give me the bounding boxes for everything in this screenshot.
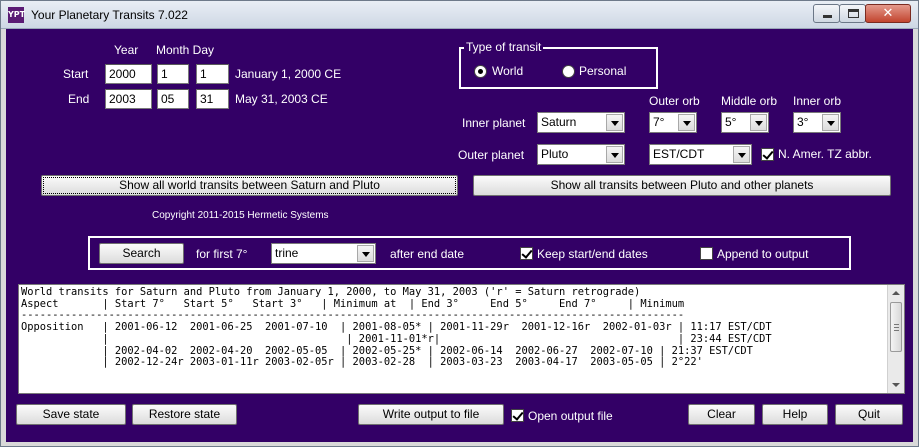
chevron-down-icon[interactable] <box>750 114 767 131</box>
grip-line <box>894 327 899 328</box>
inner-planet-select[interactable]: Saturn <box>537 112 625 133</box>
output-line: | 2002-04-02 2002-04-20 2002-05-05 | 200… <box>21 344 753 357</box>
output-line: | 2002-12-24r 2003-01-11r 2003-02-05r | … <box>21 356 703 369</box>
timezone-value: EST/CDT <box>653 147 705 161</box>
aspect-select[interactable]: trine <box>271 243 376 264</box>
chevron-down-icon[interactable] <box>678 114 695 131</box>
start-label: Start <box>63 67 89 81</box>
quit-button[interactable]: Quit <box>835 404 903 425</box>
scrollbar-thumb[interactable] <box>890 302 902 352</box>
end-year-field[interactable]: 2003 <box>105 89 152 109</box>
inner-orb-label: Inner orb <box>793 94 842 108</box>
append-output-label: Append to output <box>717 247 809 261</box>
outer-planet-label: Outer planet <box>458 148 525 162</box>
aspect-value: trine <box>275 246 299 260</box>
outer-planet-select[interactable]: Pluto <box>537 144 625 165</box>
output-textarea[interactable]: World transits for Saturn and Pluto from… <box>18 284 905 394</box>
end-day-field[interactable]: 31 <box>196 89 229 109</box>
chevron-down-icon[interactable] <box>357 245 374 262</box>
year-header: Year <box>114 43 139 57</box>
outer-orb-select[interactable]: 7° <box>649 112 697 133</box>
start-day-field[interactable]: 1 <box>196 64 229 84</box>
app-window: YPT Your Planetary Transits 7.022 ✕ Year… <box>0 0 919 447</box>
end-month-field[interactable]: 05 <box>157 89 189 109</box>
start-month-field[interactable]: 1 <box>157 64 189 84</box>
clear-button[interactable]: Clear <box>688 404 755 425</box>
inner-planet-value: Saturn <box>541 115 577 129</box>
maximize-button[interactable] <box>839 4 866 23</box>
start-date-text: January 1, 2000 CE <box>235 67 342 81</box>
end-label: End <box>68 92 90 106</box>
inner-planet-label: Inner planet <box>462 116 526 130</box>
search-button[interactable]: Search <box>99 243 184 264</box>
output-line: ----------------------------------------… <box>21 309 685 322</box>
keep-dates-checkbox[interactable] <box>520 247 533 260</box>
tz-abbr-label: N. Amer. TZ abbr. <box>778 147 872 161</box>
outer-planet-value: Pluto <box>541 147 569 161</box>
grip-line <box>894 330 899 331</box>
start-year-field[interactable]: 2000 <box>105 64 152 84</box>
world-radio-label: World <box>492 64 524 78</box>
keep-dates-label: Keep start/end dates <box>537 247 648 261</box>
open-output-label: Open output file <box>528 409 613 423</box>
output-line: Aspect | Start 7° Start 5° Start 3° | Mi… <box>21 297 685 310</box>
scroll-up-icon[interactable] <box>888 285 904 301</box>
tz-abbr-checkbox[interactable] <box>761 148 774 161</box>
for-first-label: for first 7° <box>196 247 248 261</box>
help-button[interactable]: Help <box>762 404 828 425</box>
chevron-down-icon[interactable] <box>606 114 623 131</box>
world-radio[interactable] <box>474 65 487 78</box>
personal-radio-label: Personal <box>579 64 627 78</box>
write-output-button[interactable]: Write output to file <box>358 404 504 425</box>
close-button[interactable]: ✕ <box>865 4 911 23</box>
middle-orb-select[interactable]: 5° <box>721 112 769 133</box>
inner-orb-select[interactable]: 3° <box>793 112 841 133</box>
middle-orb-label: Middle orb <box>721 94 778 108</box>
outer-orb-label: Outer orb <box>649 94 700 108</box>
open-output-checkbox[interactable] <box>511 409 524 422</box>
timezone-select[interactable]: EST/CDT <box>649 144 752 165</box>
copyright-text: Copyright 2011-2015 Hermetic Systems <box>152 210 329 221</box>
close-icon: ✕ <box>882 6 894 21</box>
output-scrollbar[interactable] <box>887 285 904 393</box>
main-panel: Year Month Day Start 2000 1 1 January 1,… <box>6 29 913 442</box>
save-state-button[interactable]: Save state <box>16 404 126 425</box>
show-world-transits-button[interactable]: Show all world transits between Saturn a… <box>41 175 458 196</box>
after-end-date-label: after end date <box>390 247 465 261</box>
outer-orb-value: 7° <box>653 115 665 129</box>
month-day-header: Month Day <box>156 43 215 57</box>
minimize-icon <box>823 15 832 18</box>
chevron-down-icon[interactable] <box>822 114 839 131</box>
personal-radio[interactable] <box>562 65 575 78</box>
chevron-down-icon[interactable] <box>606 146 623 163</box>
grip-line <box>894 324 899 325</box>
middle-orb-value: 5° <box>725 115 737 129</box>
output-line: World transits for Saturn and Pluto from… <box>21 286 641 298</box>
append-output-checkbox[interactable] <box>700 247 713 260</box>
scroll-down-icon[interactable] <box>888 377 904 393</box>
title-bar[interactable]: YPT Your Planetary Transits 7.022 ✕ <box>1 1 918 29</box>
end-date-text: May 31, 2003 CE <box>235 92 328 106</box>
inner-orb-value: 3° <box>797 115 809 129</box>
output-line: Opposition | 2001-06-12 2001-06-25 2001-… <box>21 321 772 334</box>
show-all-transits-button[interactable]: Show all transits between Pluto and othe… <box>473 175 891 196</box>
transit-type-title: Type of transit <box>464 40 544 54</box>
window-title: Your Planetary Transits 7.022 <box>31 8 188 22</box>
chevron-down-icon[interactable] <box>733 146 750 163</box>
minimize-button[interactable] <box>813 4 840 23</box>
output-text: World transits for Saturn and Pluto from… <box>21 286 772 369</box>
app-logo-icon: YPT <box>8 7 25 23</box>
restore-state-button[interactable]: Restore state <box>132 404 237 425</box>
output-line: | | 2001-11-01*r| | 23:44 EST/CDT <box>21 332 772 345</box>
maximize-icon <box>848 9 859 18</box>
